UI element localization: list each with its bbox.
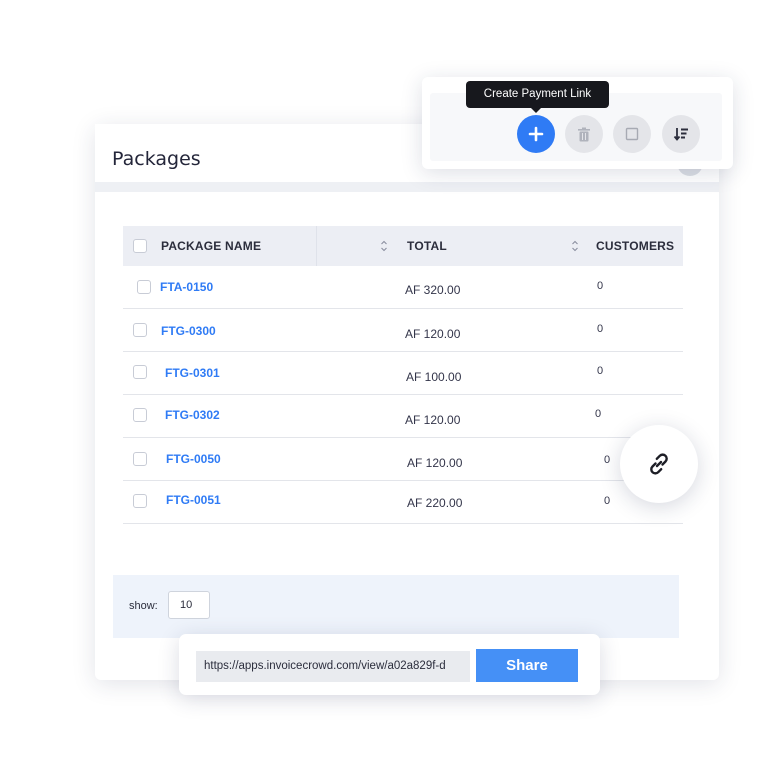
sort-arrows-icon[interactable] (380, 239, 388, 253)
plus-icon (528, 126, 544, 142)
package-total: AF 320.00 (405, 283, 461, 297)
table-row[interactable]: FTA-0150 AF 320.00 0 (123, 266, 683, 309)
package-name-link[interactable]: FTG-0302 (165, 408, 220, 422)
package-name-link[interactable]: FTA-0150 (160, 280, 213, 294)
row-checkbox[interactable] (133, 408, 147, 422)
column-header-customers[interactable]: CUSTOMERS (596, 226, 674, 266)
column-header-total[interactable]: TOTAL (407, 226, 447, 266)
package-total: AF 100.00 (406, 370, 462, 384)
package-total: AF 120.00 (405, 413, 461, 427)
copy-link-button[interactable] (620, 425, 698, 503)
column-divider (316, 226, 317, 266)
show-label: show: (129, 600, 158, 612)
row-checkbox[interactable] (133, 494, 147, 508)
column-header-package-name[interactable]: PACKAGE NAME (161, 226, 261, 266)
package-name-link[interactable]: FTG-0050 (166, 452, 221, 466)
package-customers: 0 (604, 495, 611, 507)
select-button[interactable] (613, 115, 651, 153)
link-icon (650, 453, 668, 475)
table-row[interactable]: FTG-0300 AF 120.00 0 (123, 309, 683, 352)
table-row[interactable]: FTG-0301 AF 100.00 0 (123, 352, 683, 395)
row-checkbox[interactable] (133, 365, 147, 379)
row-checkbox[interactable] (133, 452, 147, 466)
trash-icon (578, 127, 590, 141)
package-customers: 0 (595, 408, 602, 420)
package-name-link[interactable]: FTG-0300 (161, 324, 216, 338)
sort-arrows-icon[interactable] (571, 239, 579, 253)
package-customers: 0 (597, 365, 604, 377)
row-checkbox[interactable] (133, 323, 147, 337)
share-button[interactable]: Share (476, 649, 578, 682)
package-total: AF 220.00 (407, 496, 463, 510)
table-footer: show: 10 (113, 575, 679, 638)
packages-card: Packages PACKAGE NAME TOTAL CUSTOMERS FT… (95, 124, 719, 680)
tooltip-arrow (530, 107, 542, 113)
package-customers: 0 (597, 323, 604, 335)
sort-icon (673, 128, 688, 141)
create-payment-link-tooltip: Create Payment Link (466, 81, 609, 108)
delete-button[interactable] (565, 115, 603, 153)
row-checkbox[interactable] (137, 280, 151, 294)
package-customers: 0 (604, 454, 611, 466)
page-size-select[interactable]: 10 (168, 591, 210, 619)
page-title: Packages (112, 148, 201, 170)
table-header: PACKAGE NAME TOTAL CUSTOMERS (123, 226, 683, 266)
sort-button[interactable] (662, 115, 700, 153)
create-payment-link-button[interactable] (517, 115, 555, 153)
package-total: AF 120.00 (405, 327, 461, 341)
table-row[interactable]: FTG-0050 AF 120.00 0 (123, 438, 683, 481)
table-row[interactable]: FTG-0051 AF 220.00 0 (123, 481, 683, 524)
square-icon (625, 127, 639, 141)
share-link-bar: https://apps.invoicecrowd.com/view/a02a8… (179, 634, 600, 695)
package-total: AF 120.00 (407, 456, 463, 470)
package-customers: 0 (597, 280, 604, 292)
share-url-field[interactable]: https://apps.invoicecrowd.com/view/a02a8… (196, 651, 470, 682)
package-name-link[interactable]: FTG-0051 (166, 493, 221, 507)
package-name-link[interactable]: FTG-0301 (165, 366, 220, 380)
table-row[interactable]: FTG-0302 AF 120.00 0 (123, 395, 683, 438)
packages-table: PACKAGE NAME TOTAL CUSTOMERS FTA-0150 AF… (123, 226, 683, 524)
select-all-checkbox[interactable] (133, 239, 147, 253)
